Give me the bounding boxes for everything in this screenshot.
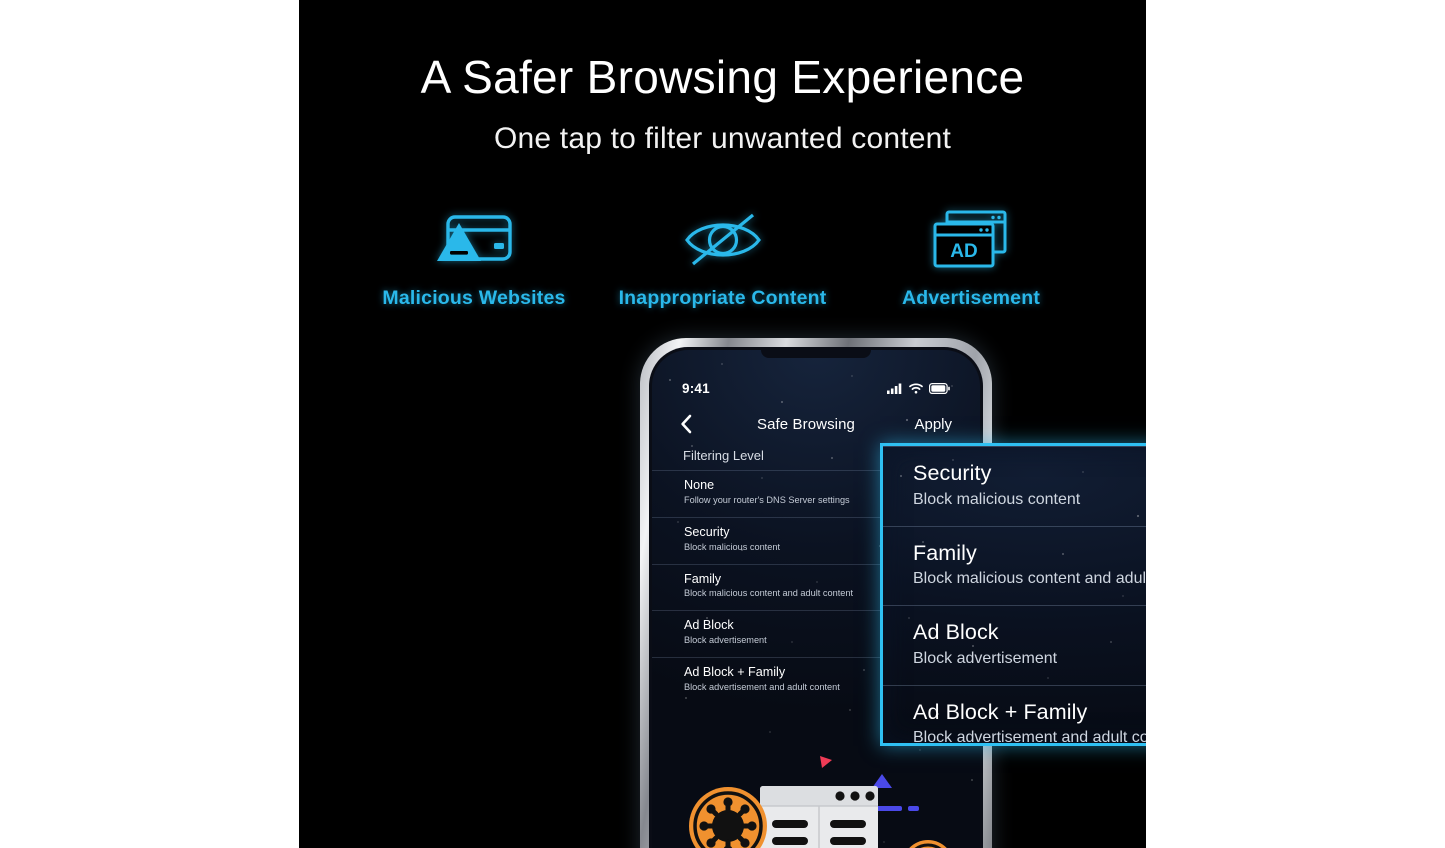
callout-option-texts: Family Block malicious content and adult… <box>913 541 1146 589</box>
feature-label: Advertisement <box>901 287 1041 309</box>
screen-title: Safe Browsing <box>756 415 856 433</box>
callout-option-security[interactable]: Security Block malicious content <box>883 446 1146 526</box>
callout-option-texts: Ad Block Block advertisement <box>913 620 1146 668</box>
virus-icon <box>689 787 767 848</box>
battery-icon <box>929 382 950 394</box>
marker-dash-long <box>874 806 902 811</box>
apply-button[interactable]: Apply <box>906 416 952 433</box>
callout-option-title: Ad Block + Family <box>913 699 1088 724</box>
security-illustration <box>652 738 980 848</box>
status-bar: 9:41 <box>652 378 980 398</box>
callout-option-title: Ad Block <box>913 620 999 644</box>
callout-option-ad-block[interactable]: Ad Block Block advertisement <box>883 605 1146 685</box>
cellular-signal-icon <box>887 383 902 394</box>
chevron-left-icon[interactable] <box>680 414 706 434</box>
ad-windows-icon: AD <box>931 205 1011 275</box>
magnified-options-callout: Security Block malicious content Family … <box>880 443 1146 746</box>
credit-card-warning-icon <box>433 205 515 275</box>
feature-label: Inappropriate Content <box>618 287 827 309</box>
feature-malicious-websites: Malicious Websites <box>359 205 589 310</box>
callout-option-title: Family <box>913 540 977 565</box>
phone-notch <box>761 350 871 358</box>
page-subtitle: One tap to filter unwanted content <box>493 122 952 155</box>
status-icon-group <box>887 382 950 394</box>
marker-triangle-blue <box>872 774 892 788</box>
callout-option-ad-block-family[interactable]: Ad Block + Family Block advertisement an… <box>883 684 1146 746</box>
page-title: A Safer Browsing Experience <box>420 51 1025 103</box>
callout-option-texts: Ad Block + Family Block advertisement an… <box>913 699 1146 746</box>
feature-inappropriate-content: Inappropriate Content <box>608 205 838 310</box>
browser-window-icon <box>760 786 878 848</box>
eye-slash-icon <box>681 205 765 275</box>
promo-banner-stage: A Safer Browsing Experience One tap to f… <box>0 0 1445 848</box>
ad-badge-text: AD <box>950 241 977 262</box>
marker-triangle-red <box>820 756 832 768</box>
callout-option-subtitle: Block malicious content and adult conten… <box>913 570 1146 588</box>
filtering-level-label: Filtering Level <box>683 448 764 463</box>
status-time: 9:41 <box>682 380 710 396</box>
wifi-icon <box>909 382 923 393</box>
callout-option-subtitle: Block advertisement <box>913 649 1058 667</box>
callout-option-family[interactable]: Family Block malicious content and adult… <box>883 525 1146 606</box>
feature-row: Malicious Websites Inappropriate Content <box>359 205 1086 320</box>
callout-option-title: Security <box>913 461 992 485</box>
callout-option-subtitle: Block malicious content <box>913 490 1081 508</box>
callout-option-texts: Security Block malicious content <box>913 461 1146 509</box>
feature-label: Malicious Websites <box>382 287 566 309</box>
callout-option-subtitle: Block advertisement and adult content <box>913 729 1146 746</box>
marker-dash-short <box>908 806 919 811</box>
navigation-bar: Safe Browsing Apply <box>652 408 980 440</box>
banner-canvas: A Safer Browsing Experience One tap to f… <box>299 0 1146 848</box>
feature-advertisement: AD Advertisement <box>856 205 1086 310</box>
